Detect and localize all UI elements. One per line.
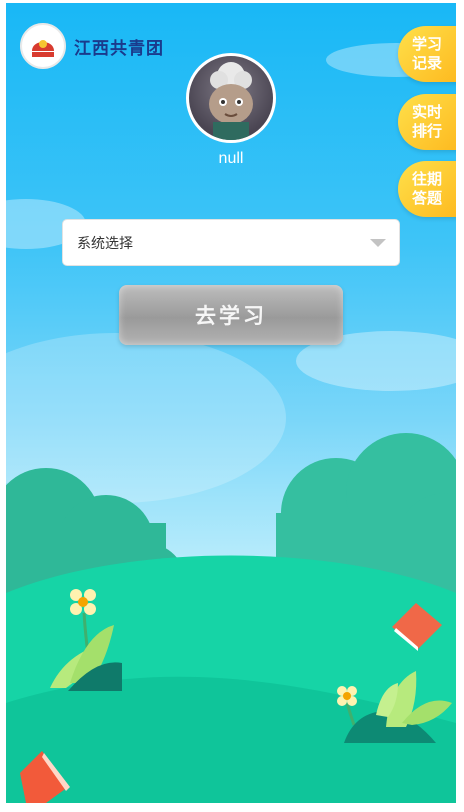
avatar[interactable] (186, 53, 276, 143)
realtime-ranking-button[interactable]: 实时 排行 (398, 94, 456, 150)
realtime-ranking-label-line1: 实时 (411, 103, 442, 121)
sheep-avatar-icon (209, 62, 253, 140)
emblem-icon (20, 23, 66, 69)
username: null (218, 150, 244, 167)
study-record-label-line2: 记录 (411, 54, 442, 72)
system-select-value: 系统选择 (77, 235, 133, 252)
past-quizzes-label-line2: 答题 (411, 189, 442, 207)
past-quizzes-label-line1: 往期 (411, 170, 442, 188)
past-quizzes-button[interactable]: 往期 答题 (398, 161, 456, 217)
go-study-button[interactable]: 去学习 (119, 285, 343, 345)
app-screen: 江西共青团 null 学习 记录 实时 排行 往期 答题 系统选择 去学习 (6, 3, 456, 803)
system-select[interactable]: 系统选择 (62, 219, 400, 266)
realtime-ranking-label-line2: 排行 (411, 122, 442, 140)
study-record-button[interactable]: 学习 记录 (398, 26, 456, 82)
dropdown-arrow-icon (370, 239, 386, 247)
org-logo: 江西共青团 (20, 23, 164, 69)
study-record-label-line1: 学习 (411, 35, 442, 53)
logo-text: 江西共青团 (74, 38, 164, 59)
